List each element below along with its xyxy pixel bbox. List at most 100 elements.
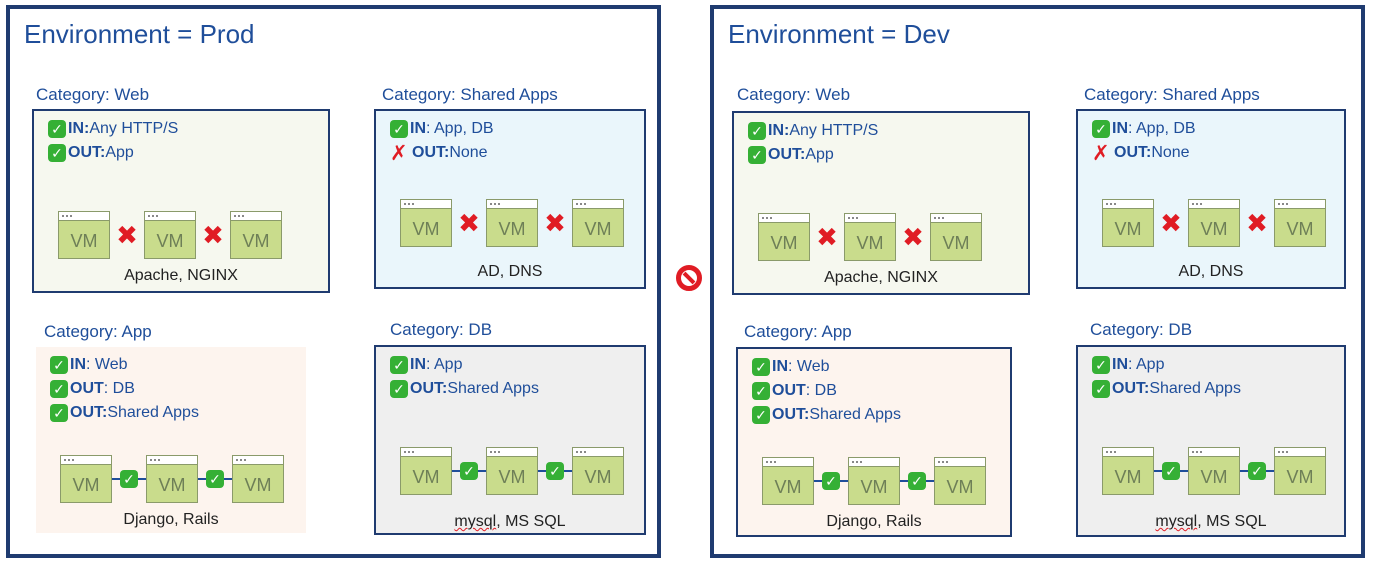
- check-icon: ✓: [50, 356, 68, 374]
- rule-out: ✓ OUT: Shared Apps: [1092, 377, 1241, 401]
- category-web-box: ✓ IN: Any HTTP/S ✓ OUT: App VM ✖ VM ✖ VM A…: [32, 109, 330, 293]
- rule-out-db: ✓ OUT: DB: [752, 379, 901, 403]
- vm-icon: VM: [934, 457, 986, 505]
- check-icon: ✓: [1092, 120, 1110, 138]
- rule-out: ✗ OUT: None: [1092, 141, 1190, 165]
- category-web-title: Category: Web: [36, 85, 150, 104]
- category-shared-box: ✓ IN: App, DB ✗ OUT: None VM ✖ VM ✖ VM AD,…: [374, 109, 646, 289]
- check-icon: ✓: [48, 120, 66, 138]
- check-icon: ✓: [748, 122, 766, 140]
- category-caption: Apache, NGINX: [824, 269, 938, 286]
- check-icon: ✓: [50, 404, 68, 422]
- category-db-title: Category: DB: [390, 320, 493, 339]
- vm-icon: VM: [1102, 199, 1154, 247]
- cross-icon: ✖: [1160, 207, 1182, 238]
- rule-in: ✓ IN: App, DB: [1092, 117, 1196, 141]
- vm-icon: VM: [848, 457, 900, 505]
- vm-icon: VM: [232, 455, 284, 503]
- environment-title: Environment = Dev: [728, 19, 950, 49]
- rule-in: ✓ IN: App: [1092, 353, 1241, 377]
- vm-row: VM ✓ VM ✓ VM: [60, 455, 284, 503]
- check-icon: ✓: [752, 406, 770, 424]
- category-db-box: ✓ IN: App ✓ OUT: Shared Apps VM ✓ VM ✓ VM …: [1076, 345, 1346, 537]
- vm-icon: VM: [486, 447, 538, 495]
- category-app-box: ✓ IN: Web ✓ OUT: DB ✓ OUT: Shared Apps VM ✓…: [736, 347, 1012, 537]
- check-icon: ✓: [752, 358, 770, 376]
- rule-out-db: ✓ OUT: DB: [50, 377, 199, 401]
- vm-row: VM ✖ VM ✖ VM: [400, 199, 624, 247]
- rule-in: ✓ IN: Web: [752, 355, 901, 379]
- vm-icon: VM: [144, 211, 196, 259]
- cross-icon: ✖: [1246, 207, 1268, 238]
- check-icon: ✓: [1092, 356, 1110, 374]
- rule-out-shared: ✓ OUT: Shared Apps: [752, 403, 901, 427]
- check-icon: ✓: [198, 469, 232, 489]
- environment-dev-panel: Environment = Dev Category: Web ✓ IN: Any…: [710, 5, 1365, 558]
- check-icon: ✓: [538, 461, 572, 481]
- category-caption: mysql, MS SQL: [454, 513, 566, 530]
- vm-icon: VM: [400, 447, 452, 495]
- check-icon: ✓: [1154, 461, 1188, 481]
- rule-in: ✓ IN: Web: [50, 353, 199, 377]
- vm-row: VM ✖ VM ✖ VM: [758, 213, 982, 261]
- check-icon: ✓: [48, 144, 66, 162]
- category-caption: mysql, MS SQL: [1155, 513, 1267, 530]
- category-web-box: ✓ IN: Any HTTP/S ✓ OUT: App VM ✖ VM ✖ VM A…: [732, 111, 1030, 295]
- cross-icon: ✖: [544, 207, 566, 238]
- vm-icon: VM: [762, 457, 814, 505]
- category-shared-box: ✓ IN: App, DB ✗ OUT: None VM ✖ VM ✖ VM AD,…: [1076, 109, 1346, 289]
- check-icon: ✓: [752, 382, 770, 400]
- category-caption: Apache, NGINX: [124, 267, 238, 284]
- check-icon: ✓: [900, 471, 934, 491]
- category-caption: AD, DNS: [1178, 263, 1244, 280]
- category-caption: Django, Rails: [826, 513, 922, 530]
- environment-prod-panel: Environment = Prod Category: Web ✓ IN: An…: [6, 5, 661, 558]
- vm-icon: VM: [146, 455, 198, 503]
- category-db-box: ✓ IN: App ✓ OUT: Shared Apps VM ✓ VM ✓ VM …: [374, 345, 646, 535]
- vm-icon: VM: [1274, 447, 1326, 495]
- rule-in: ✓ IN: App: [390, 353, 539, 377]
- check-icon: ✓: [390, 120, 408, 138]
- category-web-title: Category: Web: [737, 85, 851, 104]
- vm-icon: VM: [400, 199, 452, 247]
- check-icon: ✓: [748, 146, 766, 164]
- cross-icon: ✖: [816, 221, 838, 252]
- check-icon: ✓: [390, 380, 408, 398]
- no-entry-icon: [676, 265, 702, 291]
- rule-out: ✓ OUT: App: [748, 143, 878, 167]
- vm-icon: VM: [486, 199, 538, 247]
- vm-icon: VM: [930, 213, 982, 261]
- vm-row: VM ✖ VM ✖ VM: [58, 211, 282, 259]
- check-icon: ✓: [112, 469, 146, 489]
- check-icon: ✓: [452, 461, 486, 481]
- rule-in: ✓ IN: Any HTTP/S: [48, 117, 178, 141]
- category-db-title: Category: DB: [1090, 320, 1193, 339]
- vm-icon: VM: [572, 447, 624, 495]
- vm-icon: VM: [1274, 199, 1326, 247]
- rule-out-shared: ✓ OUT: Shared Apps: [50, 401, 199, 425]
- vm-icon: VM: [1102, 447, 1154, 495]
- category-caption: AD, DNS: [477, 263, 543, 280]
- vm-icon: VM: [1188, 447, 1240, 495]
- cross-icon: ✗: [1092, 141, 1110, 165]
- vm-row: VM ✓ VM ✓ VM: [400, 447, 624, 495]
- cross-icon: ✖: [202, 219, 224, 250]
- vm-icon: VM: [230, 211, 282, 259]
- vm-icon: VM: [58, 211, 110, 259]
- vm-icon: VM: [572, 199, 624, 247]
- rule-in: ✓ IN: App, DB: [390, 117, 494, 141]
- cross-icon: ✖: [116, 219, 138, 250]
- check-icon: ✓: [390, 356, 408, 374]
- cross-icon: ✗: [390, 141, 408, 165]
- vm-row: VM ✖ VM ✖ VM: [1102, 199, 1326, 247]
- check-icon: ✓: [814, 471, 848, 491]
- cross-icon: ✖: [458, 207, 480, 238]
- category-shared-title: Category: Shared Apps: [1084, 85, 1260, 104]
- check-icon: ✓: [50, 380, 68, 398]
- category-app-title: Category: App: [44, 322, 152, 341]
- vm-icon: VM: [844, 213, 896, 261]
- category-caption: Django, Rails: [123, 511, 219, 528]
- cross-icon: ✖: [902, 221, 924, 252]
- rule-out: ✗ OUT: None: [390, 141, 488, 165]
- vm-icon: VM: [758, 213, 810, 261]
